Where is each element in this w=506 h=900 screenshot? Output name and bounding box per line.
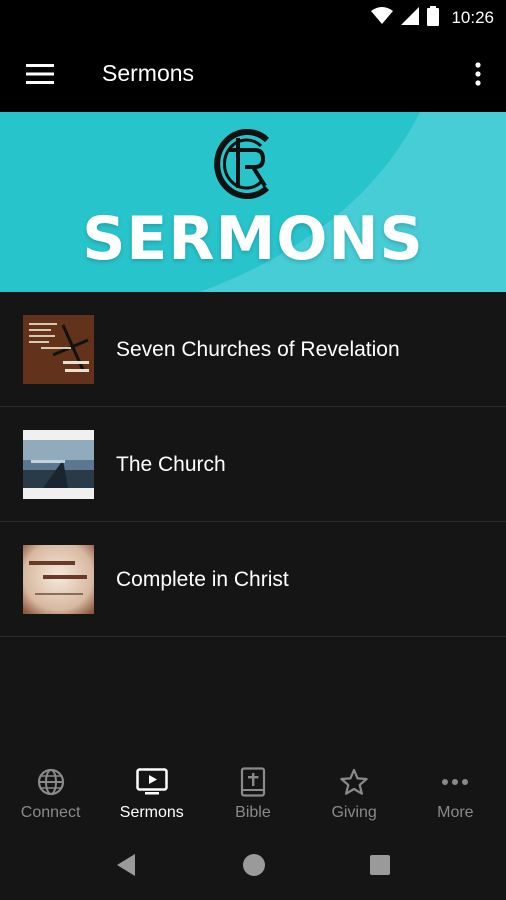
nav-label: More: [437, 804, 474, 821]
nav-label: Connect: [20, 804, 81, 821]
bottom-navigation: Connect Sermons Bible Giving More: [0, 755, 506, 827]
globe-icon: [35, 767, 67, 797]
sermon-list: Seven Churches of Revelation The Church: [0, 292, 506, 637]
nav-sermons[interactable]: Sermons: [101, 755, 202, 827]
tv-play-icon: [136, 767, 168, 797]
status-bar: 10:26: [0, 0, 506, 36]
page-title: Sermons: [102, 60, 195, 86]
nav-label: Sermons: [119, 804, 184, 821]
cell-signal-icon: [401, 6, 420, 30]
sermon-title: Seven Churches of Revelation: [116, 337, 400, 361]
star-icon: [338, 767, 370, 797]
hamburger-menu-icon[interactable]: [22, 58, 58, 90]
list-item[interactable]: The Church: [0, 407, 506, 522]
list-item[interactable]: Seven Churches of Revelation: [0, 292, 506, 407]
recents-icon[interactable]: [366, 851, 394, 879]
system-navigation: [0, 827, 506, 900]
sermon-thumbnail: [23, 315, 94, 384]
nav-label: Bible: [235, 804, 271, 821]
more-horizontal-icon: [439, 767, 471, 797]
sermon-thumbnail: [23, 430, 94, 499]
status-time: 10:26: [451, 8, 494, 27]
status-icons: 10:26: [371, 0, 494, 36]
banner-title: SERMONS: [82, 204, 424, 274]
sermons-banner: SERMONS: [0, 112, 506, 292]
wifi-icon: [371, 6, 394, 30]
nav-label: Giving: [331, 804, 377, 821]
back-icon[interactable]: [112, 851, 140, 879]
list-item[interactable]: Complete in Christ: [0, 522, 506, 637]
sermon-thumbnail: [23, 545, 94, 614]
ctr-logo: [214, 129, 270, 199]
sermon-title: Complete in Christ: [116, 567, 289, 591]
more-vertical-icon[interactable]: [464, 58, 492, 90]
battery-icon: [427, 5, 440, 31]
nav-more[interactable]: More: [405, 755, 506, 827]
home-icon[interactable]: [240, 851, 268, 879]
app-bar: Sermons: [0, 36, 506, 112]
nav-bible[interactable]: Bible: [202, 755, 303, 827]
nav-connect[interactable]: Connect: [0, 755, 101, 827]
nav-giving[interactable]: Giving: [304, 755, 405, 827]
bible-icon: [237, 767, 269, 797]
sermon-title: The Church: [116, 452, 226, 476]
